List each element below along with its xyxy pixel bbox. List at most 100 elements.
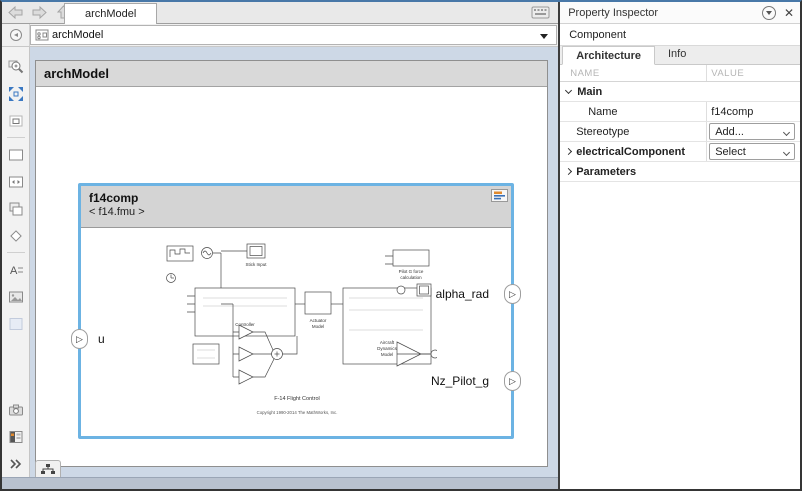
diagram-label-actuator-2: Model bbox=[312, 324, 324, 329]
screenshot-tool-button[interactable] bbox=[5, 399, 27, 420]
diagram-copyright: Copyright 1990-2014 The MathWorks, Inc. bbox=[257, 410, 338, 415]
output-port-label-nz-pilot-g: Nz_Pilot_g bbox=[431, 374, 489, 388]
dropdown-chevron-icon bbox=[783, 149, 790, 156]
diagram-label-pilotg-1: Pilot G force bbox=[399, 269, 424, 274]
diagram-label-aircraft-2: Dynamics bbox=[377, 346, 398, 351]
grid-header-row: NAME VALUE bbox=[560, 65, 800, 82]
input-port-u[interactable]: ▷ bbox=[71, 329, 88, 349]
document-tab-bar: archModel bbox=[2, 2, 558, 24]
property-label-name: Name bbox=[588, 106, 617, 118]
rectangle-icon bbox=[8, 147, 24, 163]
editor-region: archModel bbox=[2, 2, 558, 489]
badge-tool-button[interactable] bbox=[5, 225, 27, 246]
zoom-region-button[interactable] bbox=[5, 110, 27, 131]
inspector-tabs: Architecture Info bbox=[560, 46, 800, 65]
property-row-name[interactable]: Name f14comp bbox=[560, 102, 800, 122]
f14-model-thumbnail: Stick Input Controller bbox=[147, 238, 437, 428]
property-inspector-title: Property Inspector bbox=[568, 7, 762, 19]
property-row-stereotype[interactable]: Stereotype Add... bbox=[560, 122, 800, 142]
circle-arrow-icon bbox=[9, 28, 23, 42]
breadcrumb[interactable]: archModel bbox=[30, 25, 557, 45]
annotation-icon: A bbox=[8, 262, 24, 278]
component-name: f14comp bbox=[89, 191, 503, 205]
panel-menu-button[interactable] bbox=[762, 6, 776, 20]
status-strip bbox=[2, 477, 558, 489]
resize-arrows-icon bbox=[8, 174, 24, 190]
stereotype-dropdown[interactable]: Add... bbox=[709, 123, 795, 140]
forward-button[interactable] bbox=[30, 4, 48, 20]
tab-architecture[interactable]: Architecture bbox=[562, 46, 655, 65]
group-row-electrical-component[interactable]: electricalComponent Select bbox=[560, 142, 800, 162]
viewmark-tool-button[interactable] bbox=[5, 171, 27, 192]
canvas-body[interactable]: f14comp < f14.fmu > bbox=[36, 87, 547, 466]
diagram-label-pilotg-2: calculation bbox=[400, 275, 422, 280]
camera-icon bbox=[8, 402, 24, 418]
property-value-name[interactable]: f14comp bbox=[711, 106, 753, 118]
tab-info[interactable]: Info bbox=[655, 45, 699, 64]
collapse-chevron-icon[interactable] bbox=[565, 87, 572, 94]
model-icon bbox=[35, 28, 49, 42]
expand-palette-button[interactable] bbox=[5, 453, 27, 474]
group-label-electrical: electricalComponent bbox=[576, 146, 685, 158]
svg-text:A: A bbox=[10, 265, 18, 277]
double-chevron-right-icon bbox=[9, 458, 23, 470]
electrical-dropdown-value: Select bbox=[715, 146, 746, 158]
group-row-main[interactable]: Main bbox=[560, 82, 800, 102]
electrical-component-dropdown[interactable]: Select bbox=[709, 143, 795, 160]
column-divider[interactable] bbox=[706, 122, 707, 141]
fit-to-view-button[interactable] bbox=[5, 83, 27, 104]
magnifier-icon bbox=[8, 59, 24, 75]
property-label-stereotype: Stereotype bbox=[576, 126, 629, 138]
area-tool-button[interactable] bbox=[5, 313, 27, 334]
annotation-tool-button[interactable]: A bbox=[5, 259, 27, 280]
tab-archmodel[interactable]: archModel bbox=[64, 3, 157, 24]
hide-explorer-button[interactable] bbox=[2, 24, 30, 46]
expand-chevron-icon[interactable] bbox=[565, 148, 572, 155]
back-button[interactable] bbox=[6, 4, 24, 20]
copy-icon bbox=[8, 201, 24, 217]
canvas-gutter: archModel f14comp < f14.fmu > bbox=[30, 47, 558, 477]
palette-divider bbox=[7, 137, 25, 138]
property-inspector-panel: Property Inspector ✕ Component Architect… bbox=[558, 2, 800, 489]
image-tool-button[interactable] bbox=[5, 286, 27, 307]
diagram-label-controller: Controller bbox=[235, 322, 255, 327]
output-port-nz-pilot-g[interactable]: ▷ bbox=[504, 371, 521, 391]
zoom-tool-button[interactable] bbox=[5, 56, 27, 77]
group-row-parameters[interactable]: Parameters bbox=[560, 162, 800, 182]
simulink-window: archModel bbox=[0, 0, 802, 491]
diagram-label-actuator-1: Actuator bbox=[310, 318, 327, 323]
expand-chevron-icon[interactable] bbox=[565, 168, 572, 175]
diamond-icon bbox=[8, 228, 24, 244]
output-port-label-alpha-rad: alpha_rad bbox=[436, 287, 489, 301]
diagram-title: F-14 Flight Control bbox=[274, 396, 320, 402]
fmu-badge-icon bbox=[491, 189, 508, 202]
subsystem-tool-button[interactable] bbox=[5, 144, 27, 165]
diagram-label-stick-input: Stick Input bbox=[245, 262, 267, 267]
column-divider[interactable] bbox=[706, 102, 707, 121]
model-canvas[interactable]: archModel f14comp < f14.fmu > bbox=[35, 60, 548, 467]
breadcrumb-item: archModel bbox=[52, 29, 103, 41]
inspected-object-type: Component bbox=[560, 24, 800, 46]
fit-to-view-icon bbox=[8, 86, 24, 102]
column-header-name: NAME bbox=[570, 68, 599, 79]
column-divider[interactable] bbox=[706, 65, 707, 81]
column-divider[interactable] bbox=[706, 142, 707, 161]
address-bar: archModel bbox=[2, 24, 558, 47]
breadcrumb-dropdown-caret[interactable] bbox=[540, 34, 548, 39]
diagram-label-aircraft-1: Aircraft bbox=[380, 340, 395, 345]
component-subtitle: < f14.fmu > bbox=[89, 206, 503, 218]
tool-palette: A bbox=[2, 47, 30, 477]
column-header-value: VALUE bbox=[711, 68, 744, 79]
area-icon bbox=[8, 316, 24, 332]
copy-view-tool-button[interactable] bbox=[5, 198, 27, 219]
keyboard-shortcuts-icon[interactable] bbox=[531, 6, 550, 19]
component-f14comp[interactable]: f14comp < f14.fmu > bbox=[78, 183, 514, 439]
close-panel-button[interactable]: ✕ bbox=[784, 7, 794, 19]
image-icon bbox=[8, 289, 24, 305]
legend-tool-button[interactable] bbox=[5, 426, 27, 447]
legend-icon bbox=[8, 429, 24, 445]
output-port-alpha-rad[interactable]: ▷ bbox=[504, 284, 521, 304]
component-header[interactable]: f14comp < f14.fmu > bbox=[81, 186, 511, 228]
hide-hierarchy-button[interactable] bbox=[35, 460, 61, 477]
tab-label: archModel bbox=[85, 8, 136, 20]
